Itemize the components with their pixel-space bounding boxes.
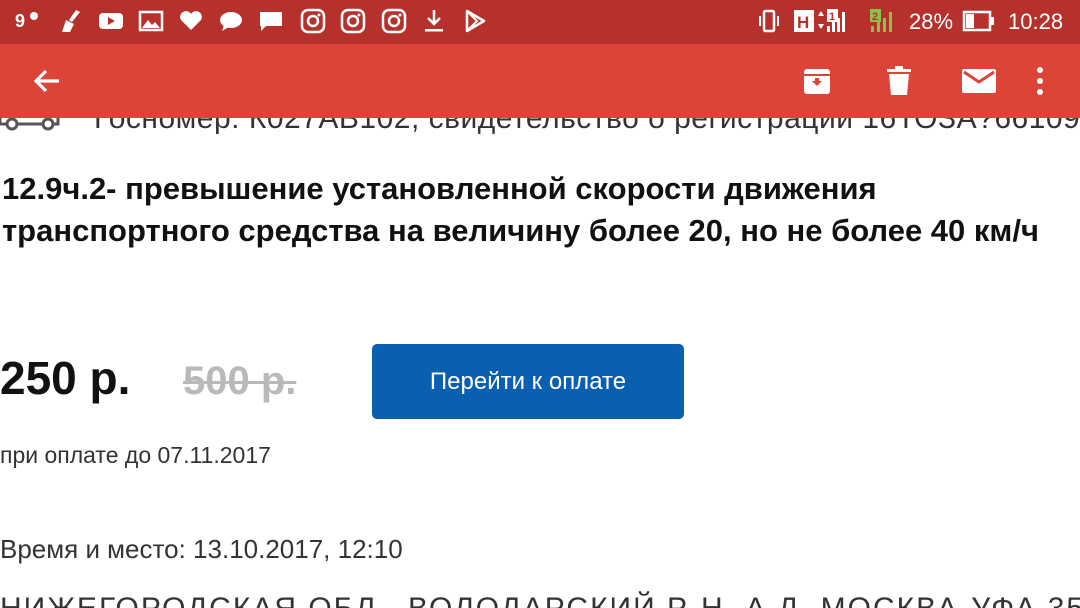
message-body: Госномер: К027АВ102, свидетельство о рег… bbox=[0, 118, 1080, 608]
download-icon bbox=[421, 8, 447, 34]
instagram-icon bbox=[300, 8, 326, 34]
payment-deadline: при оплате до 07.11.2017 bbox=[0, 442, 271, 468]
mark-unread-button[interactable] bbox=[950, 44, 1008, 118]
notification-9-icon: 9 bbox=[14, 8, 40, 34]
pay-button[interactable]: Перейти к оплате bbox=[372, 344, 684, 419]
back-button[interactable] bbox=[18, 44, 76, 118]
more-options-button[interactable] bbox=[1022, 44, 1058, 118]
trash-icon bbox=[887, 66, 911, 95]
clock: 10:28 bbox=[1008, 9, 1064, 34]
status-bar: 9 H 1 2 28% 10:28 bbox=[0, 0, 1080, 44]
battery-percent: 28% bbox=[909, 9, 954, 34]
message-icon bbox=[258, 8, 284, 34]
original-price: 500 р. bbox=[183, 359, 297, 403]
instagram-icon bbox=[340, 8, 366, 34]
plate-info-text: Госномер: К027АВ102, свидетельство о рег… bbox=[94, 118, 1080, 135]
signal-sim2-icon: 2 bbox=[870, 8, 900, 34]
play-store-icon bbox=[462, 8, 488, 34]
instagram-icon bbox=[381, 8, 407, 34]
discounted-price: 250 р. bbox=[0, 352, 131, 404]
violation-description: 12.9ч.2- превышение установленной скорос… bbox=[2, 171, 1039, 248]
signal-sim1-icon: H 1 bbox=[794, 8, 852, 34]
svg-text:2: 2 bbox=[872, 11, 878, 23]
svg-text:9: 9 bbox=[15, 11, 25, 31]
archive-icon bbox=[804, 69, 830, 94]
chat-bubble-icon bbox=[218, 8, 244, 34]
battery-icon bbox=[962, 8, 996, 34]
archive-button[interactable] bbox=[790, 44, 844, 118]
time-and-place: Время и место: 13.10.2017, 12:10 bbox=[0, 534, 403, 564]
svg-text:1: 1 bbox=[829, 11, 835, 23]
gallery-icon bbox=[138, 8, 164, 34]
location-address: НИЖЕГОРОДСКАЯ ОБЛ., ВОЛОДАРСКИЙ Р-Н, А.Д… bbox=[0, 592, 1080, 608]
car-icon bbox=[0, 118, 60, 131]
svg-text:H: H bbox=[797, 13, 809, 32]
mail-icon bbox=[962, 69, 996, 93]
vibrate-icon bbox=[756, 8, 782, 34]
cleaner-broom-icon bbox=[58, 8, 84, 34]
delete-button[interactable] bbox=[872, 44, 926, 118]
back-arrow-icon bbox=[33, 69, 59, 93]
heart-icon bbox=[178, 8, 204, 34]
app-toolbar bbox=[0, 44, 1080, 118]
youtube-icon bbox=[98, 8, 124, 34]
more-vert-icon bbox=[1037, 67, 1043, 95]
